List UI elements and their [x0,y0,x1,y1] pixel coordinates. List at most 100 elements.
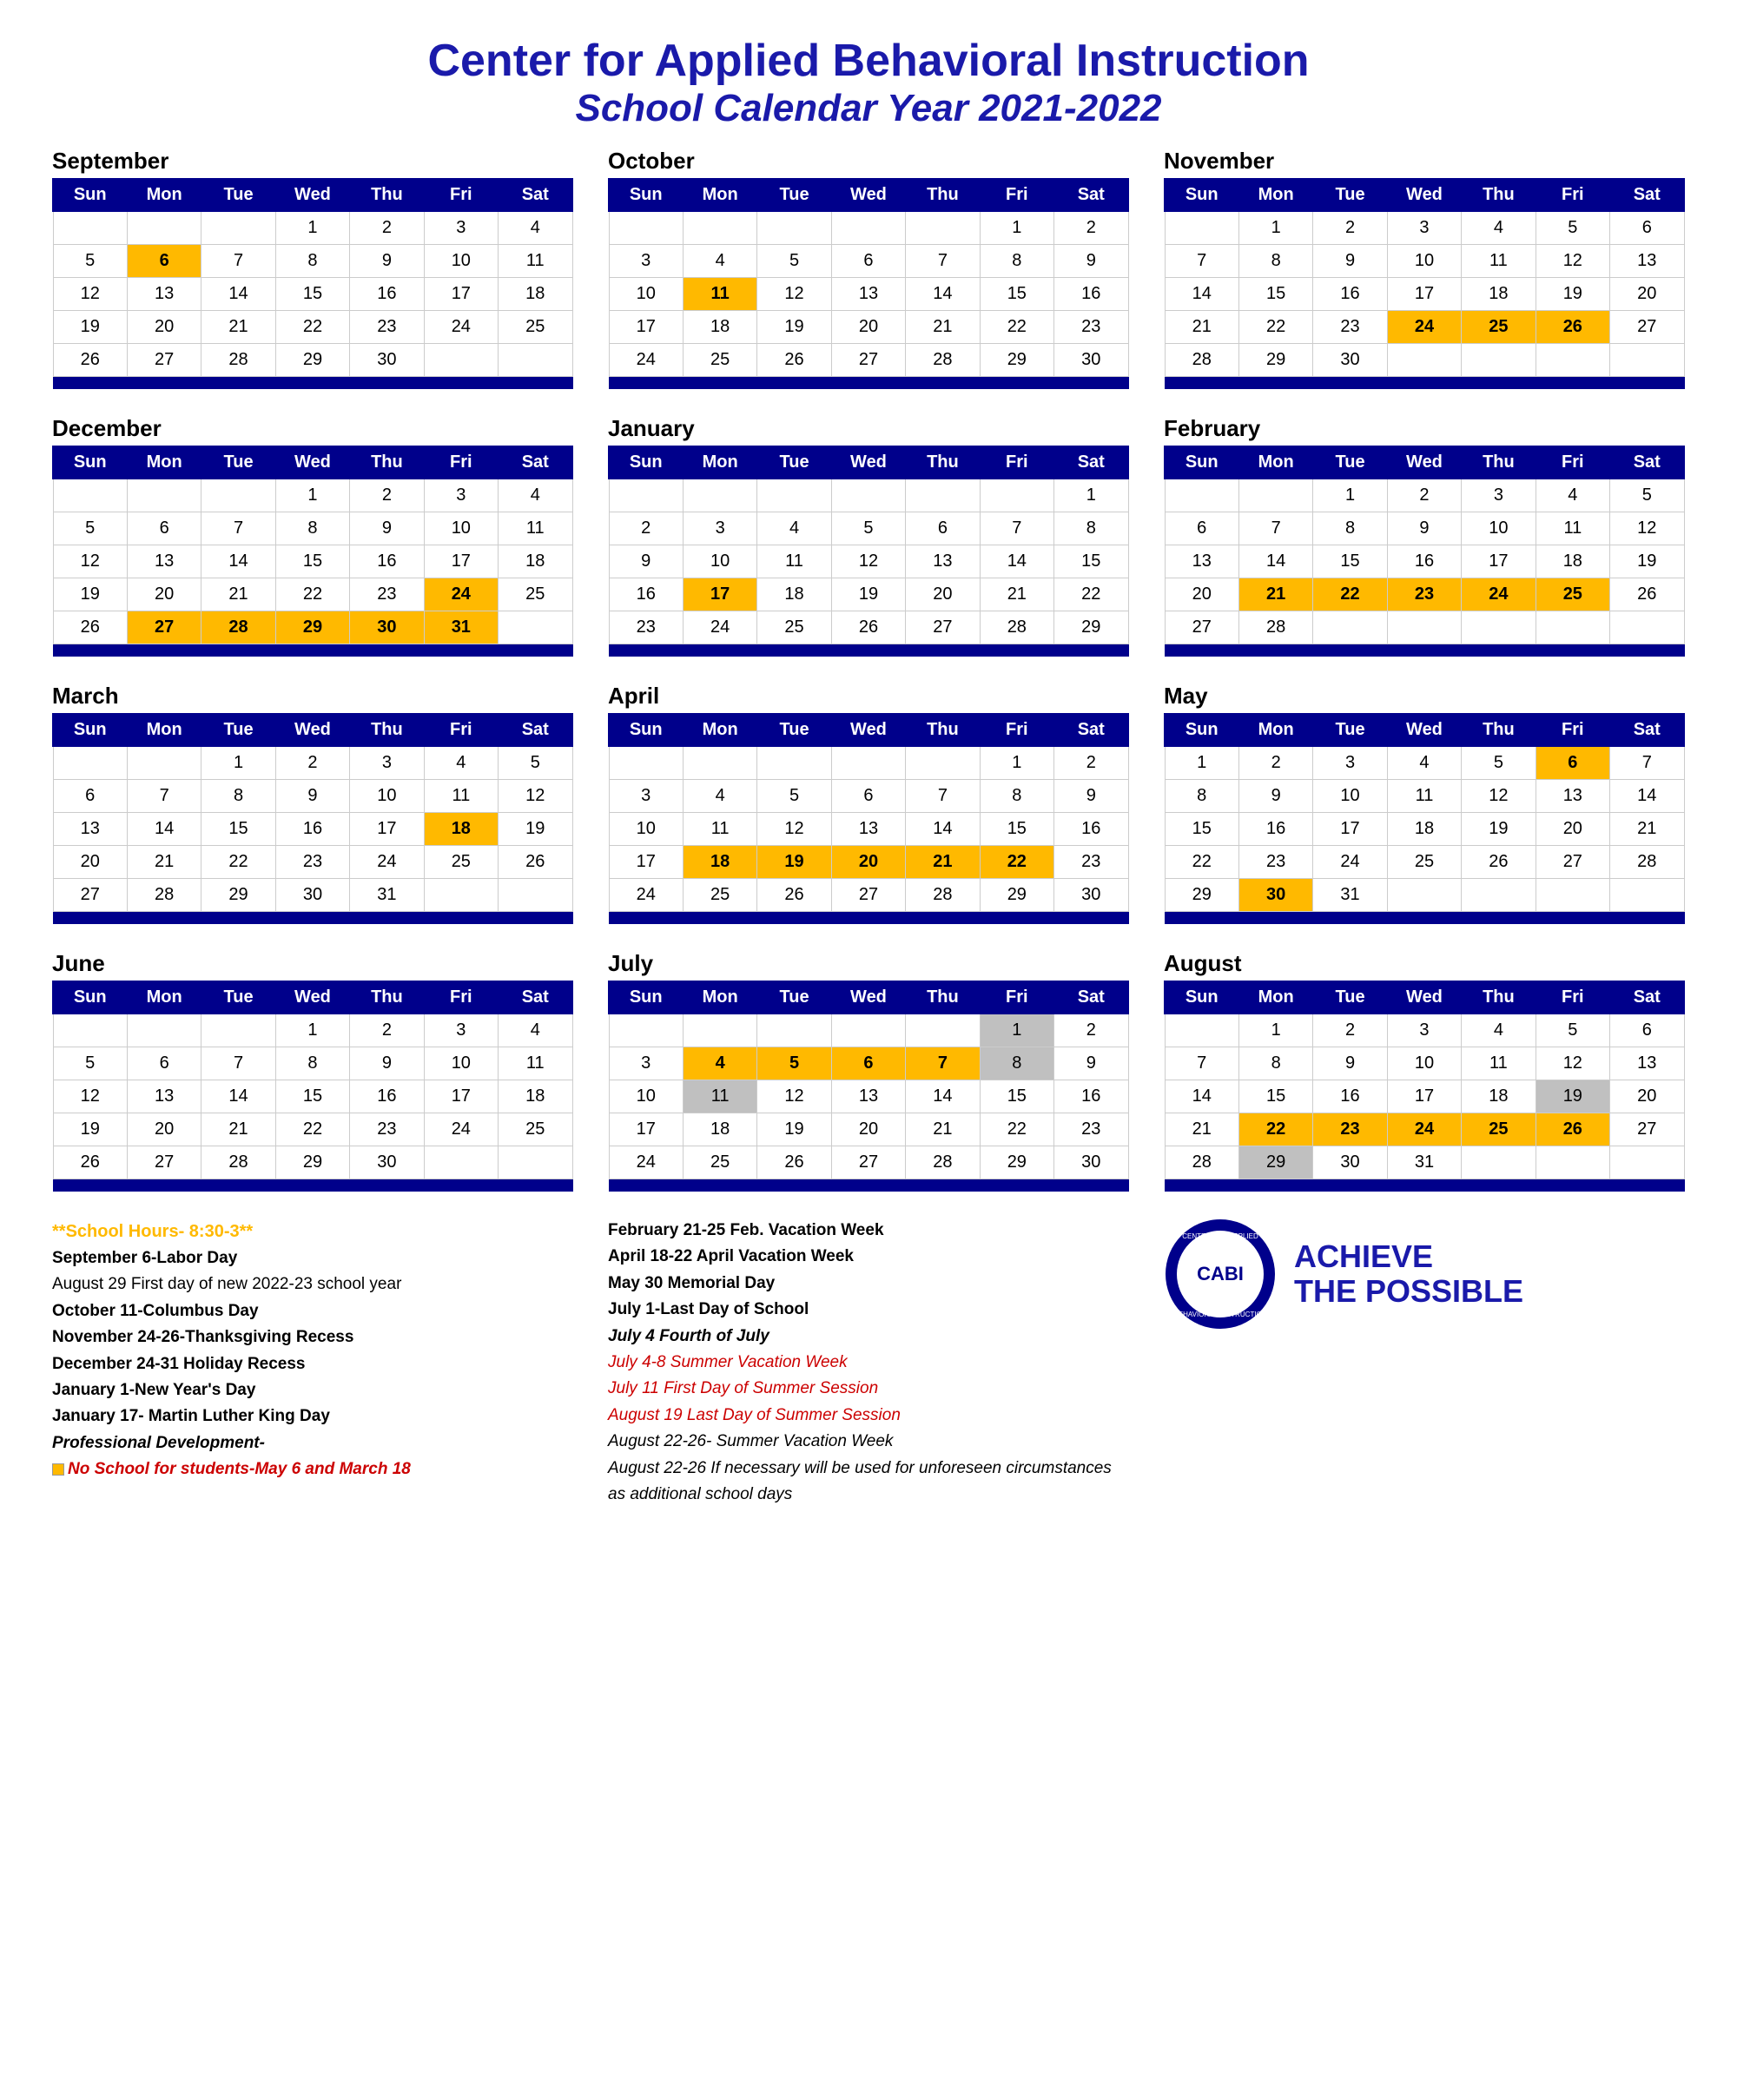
calendar-cell: 10 [1462,512,1536,545]
calendar-cell [683,1014,756,1047]
day-header: Wed [275,981,349,1014]
calendar-cell: 19 [499,813,572,846]
calendar-cell [1054,377,1128,389]
month-name: December [52,415,573,442]
calendar-cell [1387,344,1461,377]
calendar-cell [1165,479,1238,512]
day-header: Tue [757,446,831,479]
calendar-cell [609,1179,683,1192]
calendar-cell [1387,611,1461,644]
achieve-text: ACHIEVETHE POSSIBLE [1294,1239,1523,1308]
calendar-cell [275,644,349,657]
calendar-cell: 6 [831,780,905,813]
calendar-cell: 21 [1238,578,1312,611]
calendar-cell: 10 [609,813,683,846]
calendar-cell: 7 [127,780,201,813]
calendar-cell: 7 [201,245,275,278]
calendar-table: SunMonTueWedThuFriSat1234567891011121314… [52,446,573,657]
calendar-cell: 14 [906,1080,980,1113]
footer-col-3: CABICENTER FOR APPLIEDBEHAVIORAL INSTRUC… [1164,1218,1685,1331]
day-header: Sun [53,981,127,1014]
calendar-cell: 1 [980,1014,1053,1047]
calendar-cell: 2 [350,211,424,245]
svg-text:CABI: CABI [1197,1263,1244,1284]
calendar-cell [275,377,349,389]
calendar-cell [1462,377,1536,389]
calendar-cell: 5 [757,245,831,278]
footer-item: July 1-Last Day of School [608,1297,1129,1323]
calendar-cell [683,912,756,924]
calendar-cell [499,644,572,657]
month-block-november: NovemberSunMonTueWedThuFriSat12345678910… [1164,148,1685,389]
calendar-cell: 29 [275,344,349,377]
calendar-cell: 29 [980,1146,1053,1179]
day-header: Mon [1238,981,1312,1014]
calendar-cell: 15 [1165,813,1238,846]
calendar-cell: 27 [906,611,980,644]
calendar-cell [201,1014,275,1047]
calendar-cell: 12 [757,278,831,311]
calendar-cell [499,912,572,924]
calendar-cell: 23 [1054,1113,1128,1146]
calendar-cell: 19 [53,1113,127,1146]
calendar-cell [609,211,683,245]
calendar-cell: 28 [1165,1146,1238,1179]
calendar-cell: 31 [424,611,498,644]
calendar-cell: 30 [1054,1146,1128,1179]
calendar-cell: 8 [275,512,349,545]
day-header: Sun [1165,179,1238,211]
calendar-cell: 21 [127,846,201,879]
calendar-cell: 23 [1054,846,1128,879]
sub-title: School Calendar Year 2021-2022 [52,87,1685,130]
calendar-cell: 21 [201,578,275,611]
calendar-table: SunMonTueWedThuFriSat1234567891011121314… [1164,446,1685,657]
day-header: Thu [906,981,980,1014]
day-header: Thu [350,714,424,746]
calendar-cell: 20 [127,1113,201,1146]
day-header: Wed [1387,714,1461,746]
footer-item: August 22-26 If necessary will be used f… [608,1456,1129,1509]
calendar-cell [1536,644,1609,657]
calendars-grid: SeptemberSunMonTueWedThuFriSat1234567891… [52,148,1685,1192]
calendar-cell [424,879,498,912]
day-header: Mon [683,179,756,211]
calendar-cell: 26 [499,846,572,879]
calendar-cell: 22 [1313,578,1387,611]
calendar-cell [1462,644,1536,657]
calendar-cell: 25 [683,1146,756,1179]
footer-item: May 30 Memorial Day [608,1271,1129,1297]
calendar-cell: 26 [757,879,831,912]
calendar-cell: 11 [683,813,756,846]
calendar-table: SunMonTueWedThuFriSat1234567891011121314… [52,713,573,924]
calendar-cell: 31 [1313,879,1387,912]
calendar-cell: 9 [350,512,424,545]
calendar-cell: 14 [201,545,275,578]
footer-item: July 4 Fourth of July [608,1324,1129,1350]
month-block-may: MaySunMonTueWedThuFriSat1234567891011121… [1164,683,1685,924]
month-block-february: FebruarySunMonTueWedThuFriSat12345678910… [1164,415,1685,657]
calendar-cell: 20 [1165,578,1238,611]
calendar-cell: 6 [1165,512,1238,545]
calendar-cell: 26 [53,344,127,377]
calendar-cell [980,1179,1053,1192]
day-header: Mon [1238,714,1312,746]
day-header: Sat [1610,714,1684,746]
calendar-cell: 29 [980,879,1053,912]
calendar-cell: 22 [980,846,1053,879]
calendar-cell: 25 [499,311,572,344]
calendar-cell [1387,644,1461,657]
calendar-cell: 11 [499,512,572,545]
calendar-cell [1610,912,1684,924]
calendar-cell: 10 [424,245,498,278]
calendar-cell: 24 [424,578,498,611]
calendar-cell: 31 [350,879,424,912]
calendar-cell: 4 [424,746,498,780]
calendar-cell: 6 [1610,1014,1684,1047]
calendar-cell [499,879,572,912]
calendar-cell: 20 [1610,278,1684,311]
calendar-cell [1238,912,1312,924]
footer-item: October 11-Columbus Day [52,1298,573,1324]
day-header: Tue [1313,179,1387,211]
calendar-cell: 1 [1165,746,1238,780]
calendar-cell: 4 [683,1047,756,1080]
